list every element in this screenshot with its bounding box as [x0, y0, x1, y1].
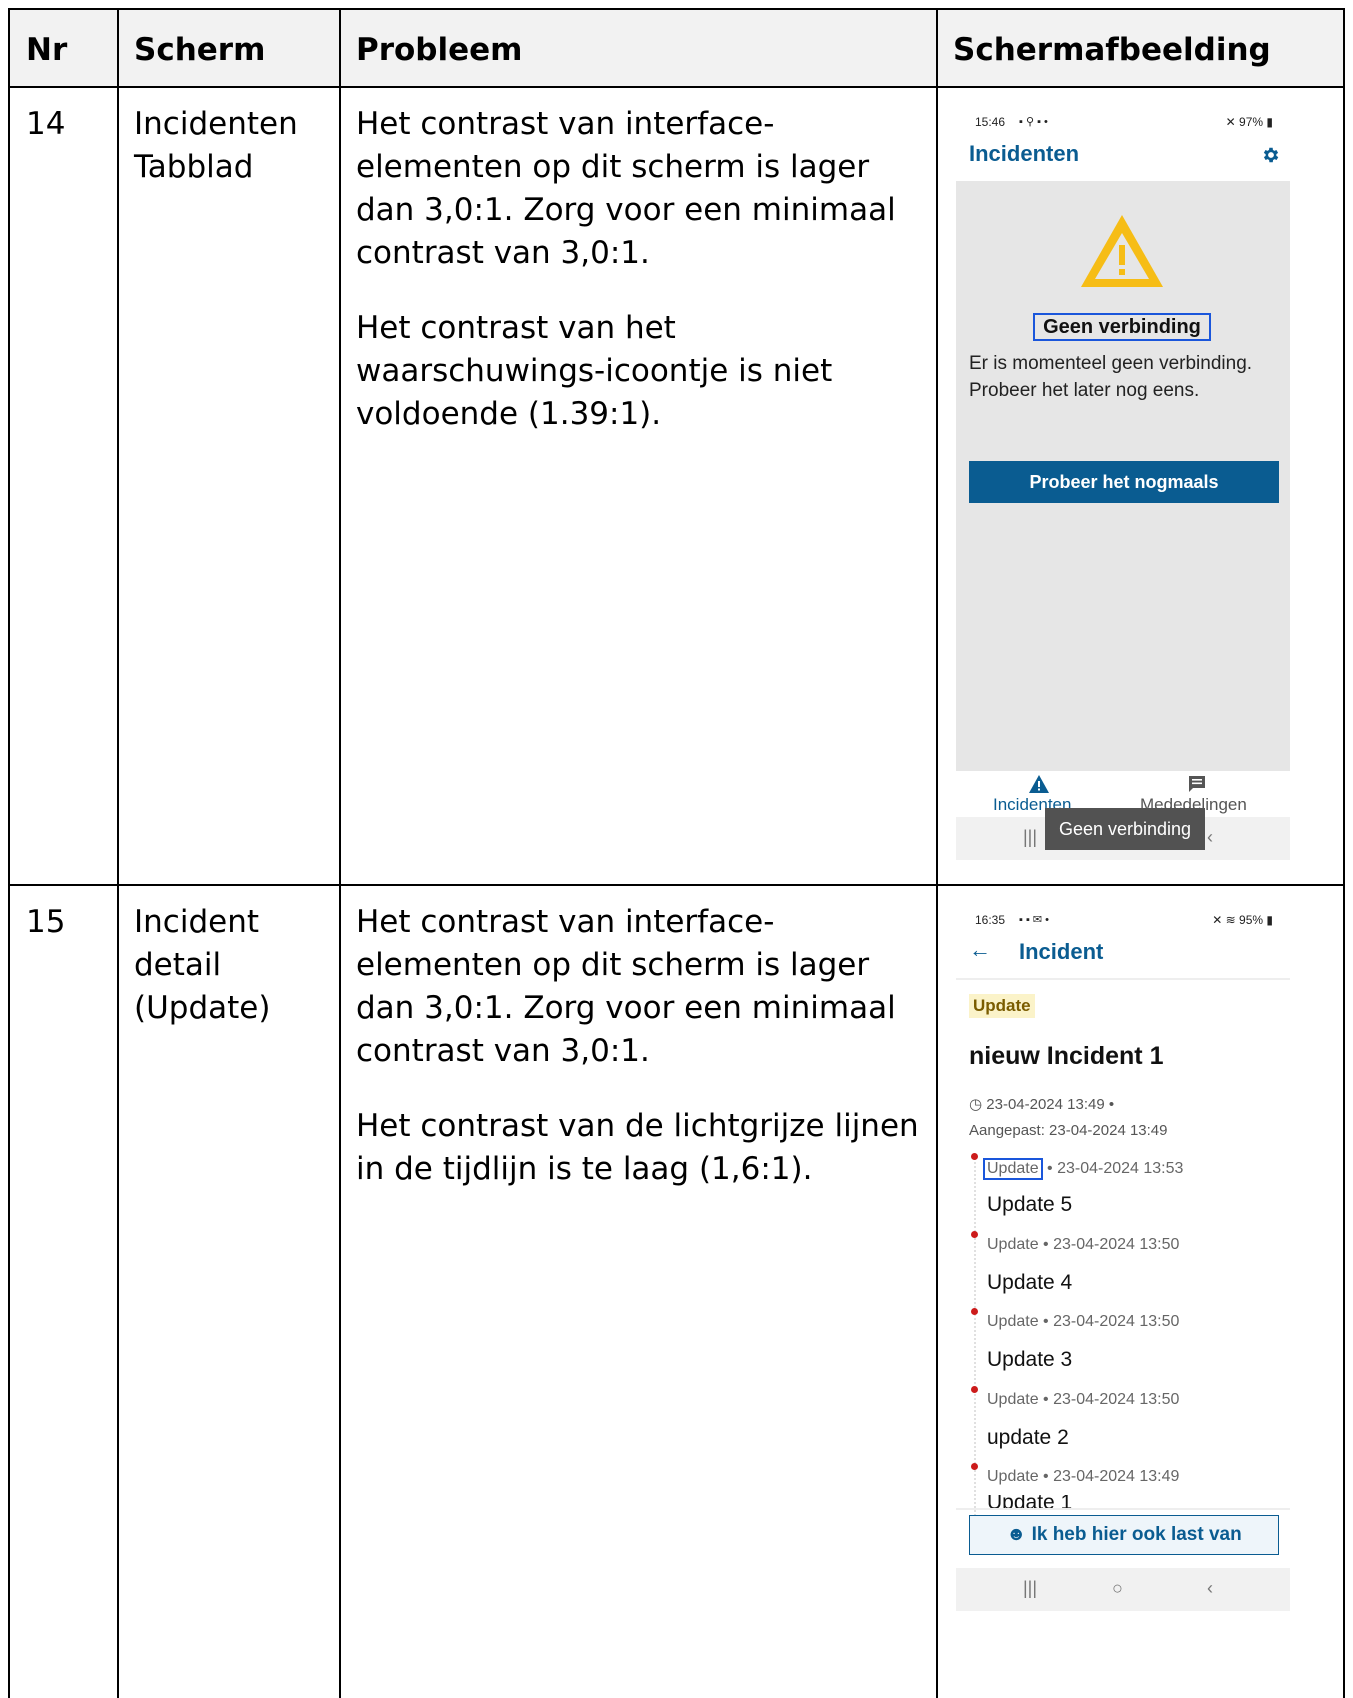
screenshot-incident-detail: 16:35 ▪ ▪ ✉ • ✕ ≋ 95% ▮ ← Incident Updat… [953, 903, 1295, 1673]
timeline-type: Update [983, 1158, 1043, 1180]
clock-icon: ◷ [969, 1096, 983, 1113]
recent-apps-icon[interactable]: ||| [1023, 827, 1037, 848]
mute-icon: ✕ [1225, 115, 1236, 129]
error-title: Geen verbinding [1033, 313, 1211, 341]
screenshot-incidenten: 15:46 ▪ ⚲ ▪ • ✕ 97% ▮ Incidenten Geen ve… [953, 105, 1295, 860]
status-time: 15:46 [975, 115, 1006, 129]
row-scherm: Incident detail (Update) [134, 904, 271, 1026]
app-title: Incidenten [969, 141, 1080, 166]
created-value: 23-04-2024 13:49 [986, 1096, 1105, 1113]
timeline-title: Update 4 [987, 1271, 1073, 1294]
divider [956, 1508, 1290, 1510]
timeline-title: update 2 [987, 1426, 1069, 1449]
battery-icon: ▮ [1266, 115, 1273, 129]
row-probleem: Het contrast van interface-elementen op … [356, 901, 924, 1223]
status-battery: ✕ 97% ▮ [1226, 115, 1273, 129]
probleem-paragraph: Het contrast van interface-elementen op … [356, 106, 896, 271]
timeline-date: 23-04-2024 13:50 [1053, 1236, 1180, 1253]
timeline-meta: Update • 23-04-2024 13:49 [987, 1468, 1180, 1485]
status-icons: ▪ ⚲ ▪ • [1019, 116, 1048, 128]
header-nr: Nr [26, 32, 68, 68]
timeline-meta: Update • 23-04-2024 13:53 [983, 1158, 1184, 1180]
back-icon[interactable]: ‹ [1207, 827, 1213, 848]
message-icon [1189, 776, 1205, 792]
timeline-dot [971, 1308, 978, 1315]
battery-level: 97% [1239, 115, 1264, 129]
affected-too-button[interactable]: ☻ Ik heb hier ook last van [969, 1515, 1279, 1555]
header-schermafbeelding: Schermafbeelding [953, 32, 1271, 68]
timeline-date: 23-04-2024 13:53 [1057, 1160, 1184, 1177]
status-battery: ✕ ≋ 95% ▮ [1212, 913, 1273, 927]
header-scherm: Scherm [134, 32, 266, 68]
gear-icon[interactable] [1261, 145, 1281, 165]
probleem-paragraph: Het contrast van het waarschuwings-icoon… [356, 310, 833, 432]
timeline-dot [971, 1153, 978, 1160]
app-title: Incident [1019, 939, 1104, 964]
timeline-title: Update 5 [987, 1193, 1073, 1216]
row-nr: 15 [26, 904, 66, 940]
timeline-line [974, 1155, 976, 1535]
status-icons: ▪ ▪ ✉ • [1019, 914, 1050, 926]
error-message: Er is momenteel geen verbinding. Probeer… [969, 353, 1253, 401]
timeline-title: Update 3 [987, 1348, 1073, 1371]
home-icon[interactable]: ○ [1112, 1578, 1123, 1599]
modified-date: Aangepast: 23-04-2024 13:49 [969, 1122, 1168, 1139]
timeline-meta: Update • 23-04-2024 13:50 [987, 1236, 1180, 1253]
button-label: Ik heb hier ook last van [1031, 1524, 1242, 1545]
header-probleem: Probleem [356, 32, 523, 68]
row-scherm: Incidenten Tabblad [134, 106, 298, 185]
toast-tooltip: Geen verbinding [1045, 808, 1205, 850]
mute-icon: ✕ [1212, 913, 1223, 927]
users-icon: ☻ [1006, 1524, 1027, 1545]
timeline-type: Update [987, 1236, 1039, 1253]
timeline-meta: Update • 23-04-2024 13:50 [987, 1313, 1180, 1330]
created-date: ◷ 23-04-2024 13:49 • [969, 1096, 1115, 1113]
incident-title: nieuw Incident 1 [969, 1042, 1164, 1070]
row-nr: 14 [26, 106, 66, 142]
row-probleem: Het contrast van interface-elementen op … [356, 103, 924, 468]
warning-triangle-icon [1081, 215, 1163, 287]
probleem-paragraph: Het contrast van de lichtgrijze lijnen i… [356, 1108, 919, 1187]
recent-apps-icon[interactable]: ||| [1023, 1578, 1037, 1599]
battery-icon: ▮ [1266, 913, 1273, 927]
retry-button[interactable]: Probeer het nogmaals [969, 461, 1279, 503]
timeline-dot [971, 1463, 978, 1470]
timeline-type: Update [987, 1391, 1039, 1408]
timeline-date: 23-04-2024 13:50 [1053, 1313, 1180, 1330]
battery-level: 95% [1239, 913, 1264, 927]
timeline-dot [971, 1231, 978, 1238]
back-icon[interactable]: ‹ [1207, 1578, 1213, 1599]
timeline-title-clip: Update 1 [987, 1495, 1072, 1509]
wifi-icon: ≋ [1225, 913, 1236, 927]
status-badge: Update [969, 994, 1035, 1018]
timeline-date: 23-04-2024 13:49 [1053, 1468, 1180, 1485]
divider [956, 978, 1290, 980]
probleem-paragraph: Het contrast van interface-elementen op … [356, 904, 896, 1069]
timeline-title: Update 1 [987, 1495, 1073, 1509]
timeline-dot [971, 1386, 978, 1393]
back-arrow-icon[interactable]: ← [969, 937, 991, 963]
timeline-type: Update [987, 1468, 1039, 1485]
timeline-type: Update [987, 1313, 1039, 1330]
system-nav-bar: ||| ○ ‹ [956, 1568, 1290, 1611]
timeline-meta: Update • 23-04-2024 13:50 [987, 1391, 1180, 1408]
status-time: 16:35 [975, 913, 1006, 927]
warning-triangle-icon [1029, 775, 1049, 793]
timeline-date: 23-04-2024 13:50 [1053, 1391, 1180, 1408]
